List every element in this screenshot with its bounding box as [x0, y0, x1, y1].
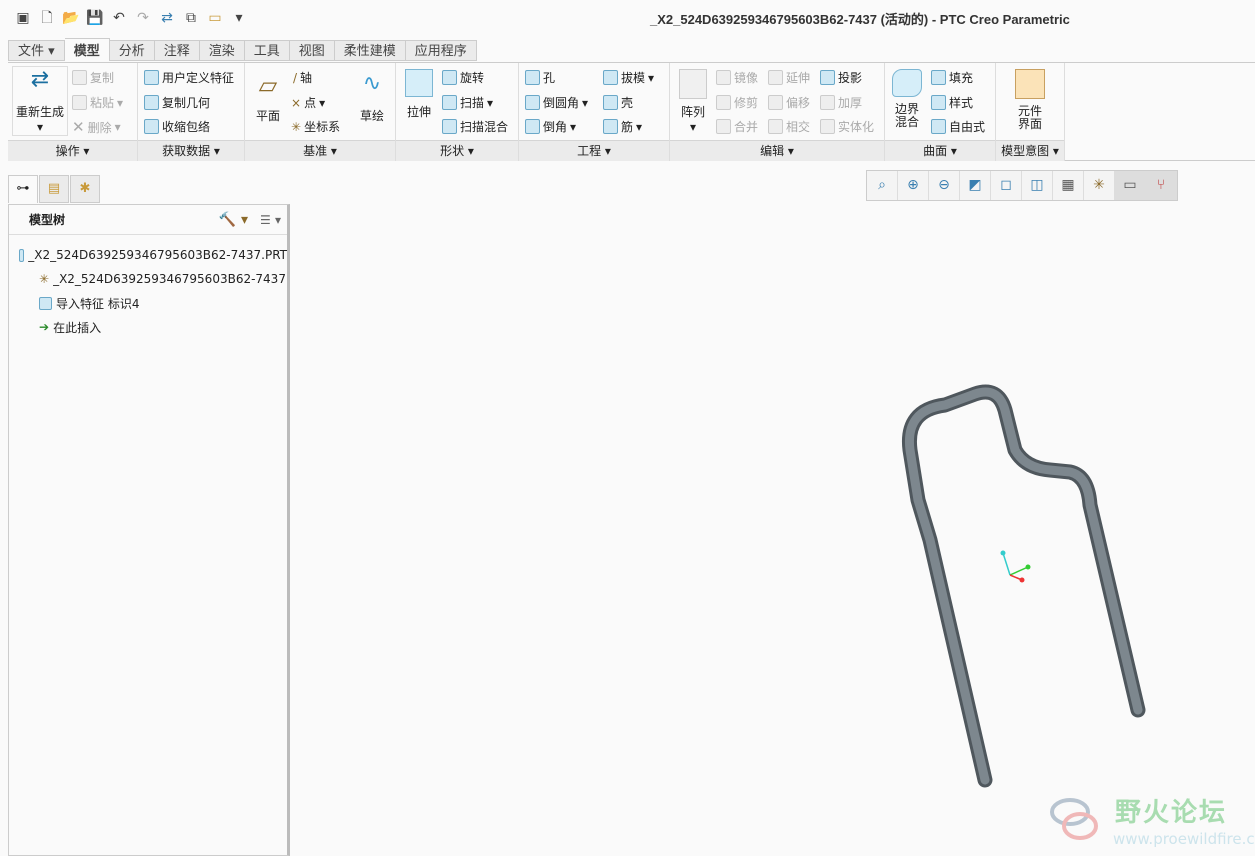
watermark-name: 野火论坛	[1115, 798, 1228, 828]
graphics-area[interactable]	[0, 0, 1255, 856]
watermark-url: www.proewildfire.cn	[1113, 830, 1255, 848]
coordinate-triad	[1000, 550, 1031, 583]
watermark-logo	[1050, 798, 1098, 840]
watermark: 野火论坛 www.proewildfire.cn	[1045, 790, 1255, 850]
